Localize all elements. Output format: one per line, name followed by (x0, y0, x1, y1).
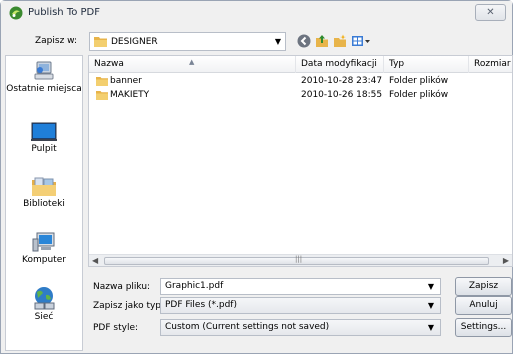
pdf-style-label: PDF style: (93, 323, 139, 333)
file-type: Folder plików (389, 90, 449, 100)
scrollbar-thumb[interactable]: ||| (104, 255, 489, 265)
place-label: Komputer (22, 255, 66, 265)
title-bar[interactable]: Publish To PDF ✕ (1, 1, 512, 25)
file-date: 2010-10-26 18:55 (301, 90, 383, 100)
column-label: Nazwa (94, 59, 124, 69)
horizontal-scrollbar[interactable]: ◀ ||| ▶ (89, 254, 512, 266)
places-bar: Ostatnie miejsca Pulpit Biblioteki Kompu… (5, 55, 83, 351)
filetype-value: PDF Files (*.pdf) (165, 300, 237, 310)
place-desktop[interactable]: Pulpit (6, 122, 82, 155)
cancel-button[interactable]: Anuluj (455, 296, 512, 315)
folder-icon (96, 77, 108, 86)
close-button[interactable]: ✕ (475, 4, 506, 21)
libraries-icon (32, 177, 56, 196)
pdf-style-value: Custom (Current settings not saved) (165, 322, 330, 332)
scroll-left-icon[interactable]: ◀ (92, 256, 98, 265)
chevron-down-icon: ▼ (427, 323, 434, 332)
filetype-label: Zapisz jako typ: (93, 301, 165, 311)
desktop-icon (31, 122, 57, 141)
table-row[interactable]: banner 2010-10-28 23:47 Folder plików (89, 74, 512, 88)
column-name[interactable]: Nazwa ▲ (89, 56, 296, 73)
chevron-down-icon: ▼ (274, 37, 281, 46)
close-icon: ✕ (486, 7, 495, 18)
column-label: Typ (389, 59, 405, 69)
filename-value: Graphic1.pdf (165, 281, 224, 291)
save-in-label: Zapisz w: (35, 36, 78, 46)
column-label: Data modyfikacji (301, 59, 377, 69)
chevron-down-icon: ▼ (427, 301, 434, 310)
filename-input[interactable]: Graphic1.pdf ▼ (160, 278, 441, 295)
column-date[interactable]: Data modyfikacji (296, 56, 384, 73)
view-menu-icon[interactable] (351, 34, 371, 48)
sort-ascending-icon: ▲ (189, 58, 195, 66)
window-title: Publish To PDF (28, 7, 101, 18)
computer-icon (32, 232, 55, 252)
place-label: Biblioteki (23, 199, 65, 209)
folder-icon (94, 37, 107, 47)
column-size[interactable]: Rozmiar (469, 56, 512, 73)
place-libraries[interactable]: Biblioteki (6, 175, 82, 210)
recent-places-icon (34, 61, 54, 80)
file-type: Folder plików (389, 76, 449, 86)
up-folder-icon[interactable] (315, 34, 329, 48)
settings-button[interactable]: Settings... (455, 318, 512, 337)
back-icon[interactable] (297, 34, 311, 48)
column-type[interactable]: Typ (384, 56, 469, 73)
place-recent[interactable]: Ostatnie miejsca (6, 60, 82, 95)
app-logo-icon (9, 6, 23, 20)
file-date: 2010-10-28 23:47 (301, 76, 383, 86)
new-folder-icon[interactable] (333, 34, 347, 48)
place-network[interactable]: Sieć (6, 286, 82, 323)
pdf-style-dropdown[interactable]: Custom (Current settings not saved) ▼ (160, 319, 441, 336)
save-button[interactable]: Zapisz (455, 277, 512, 296)
folder-icon (96, 91, 108, 100)
network-icon (34, 287, 55, 310)
filetype-dropdown[interactable]: PDF Files (*.pdf) ▼ (160, 297, 441, 314)
place-label: Ostatnie miejsca (6, 84, 82, 94)
grip-icon: ||| (295, 255, 303, 263)
save-in-dropdown[interactable]: DESIGNER ▼ (89, 32, 286, 51)
save-in-value: DESIGNER (111, 37, 158, 47)
file-name: banner (110, 76, 142, 86)
publish-to-pdf-dialog: Publish To PDF ✕ Zapisz w: DESIGNER ▼ Os… (0, 0, 513, 354)
place-label: Pulpit (31, 144, 57, 154)
table-row[interactable]: MAKIETY 2010-10-26 18:55 Folder plików (89, 88, 512, 102)
place-computer[interactable]: Komputer (6, 231, 82, 266)
place-label: Sieć (34, 312, 54, 322)
file-list[interactable]: Nazwa ▲ Data modyfikacji Typ Rozmiar ban… (88, 55, 513, 267)
filename-label: Nazwa pliku: (93, 282, 151, 292)
column-label: Rozmiar (474, 59, 511, 69)
chevron-down-icon[interactable]: ▼ (428, 279, 434, 294)
file-name: MAKIETY (110, 90, 150, 100)
column-header-row: Nazwa ▲ Data modyfikacji Typ Rozmiar (89, 56, 512, 73)
scroll-right-icon[interactable]: ▶ (503, 256, 509, 265)
